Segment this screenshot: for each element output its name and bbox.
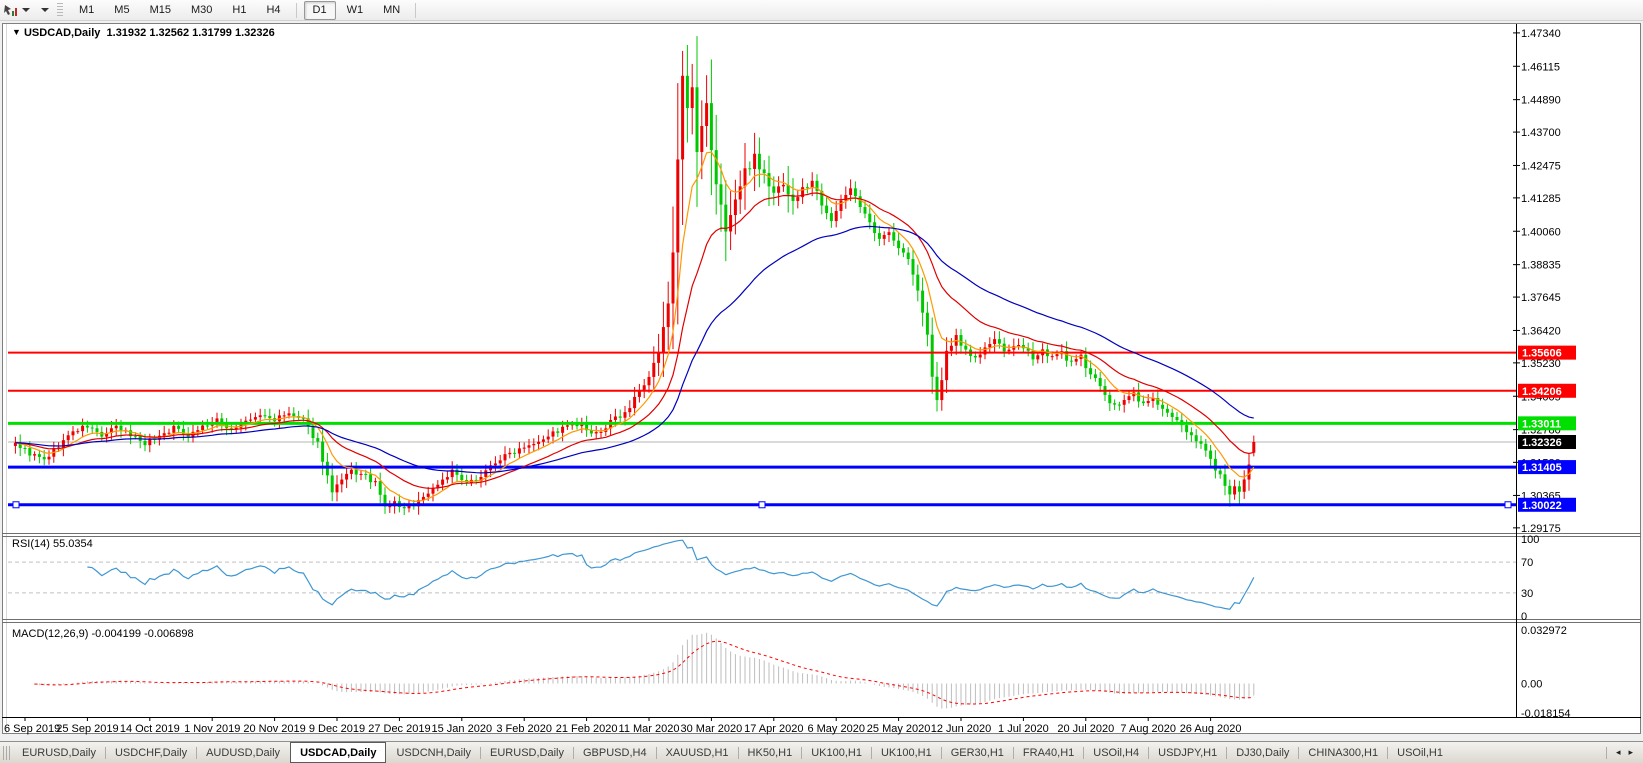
svg-text:1.44890: 1.44890 — [1521, 95, 1561, 107]
svg-text:70: 70 — [1521, 557, 1533, 569]
svg-text:6 Sep 2019: 6 Sep 2019 — [4, 723, 60, 735]
timeframe-button-m30[interactable]: M30 — [182, 1, 221, 20]
svg-text:1.42475: 1.42475 — [1521, 160, 1561, 172]
svg-text:1.35230: 1.35230 — [1521, 358, 1561, 370]
timeframe-button-w1[interactable]: W1 — [338, 1, 373, 20]
svg-text:1.37645: 1.37645 — [1521, 292, 1561, 304]
symbol-tab-ger30-11[interactable]: GER30,H1 — [942, 742, 1013, 763]
symbol-tab-usdcad-3[interactable]: USDCAD,Daily — [290, 742, 387, 763]
chart-title-symbol: USDCAD,Daily — [23, 27, 101, 39]
symbol-tab-fra40-12[interactable]: FRA40,H1 — [1014, 742, 1083, 763]
symbol-tab-usdcnh-4[interactable]: USDCNH,Daily — [387, 742, 480, 763]
svg-text:27 Dec 2019: 27 Dec 2019 — [368, 723, 430, 735]
svg-text:26 Aug 2020: 26 Aug 2020 — [1180, 723, 1242, 735]
svg-text:20 Nov 2019: 20 Nov 2019 — [243, 723, 305, 735]
chart-title-ohlc: 1.31932 1.32562 1.31799 1.32326 — [106, 27, 275, 39]
svg-text:25 Sep 2019: 25 Sep 2019 — [56, 723, 118, 735]
chevron-down-icon — [22, 8, 30, 12]
svg-text:100: 100 — [1521, 534, 1539, 546]
svg-text:-0.018154: -0.018154 — [1521, 708, 1571, 720]
svg-text:1.41285: 1.41285 — [1521, 193, 1561, 205]
svg-text:1.40060: 1.40060 — [1521, 226, 1561, 238]
svg-text:6 May 2020: 6 May 2020 — [807, 723, 864, 735]
symbol-tab-eurusd-0[interactable]: EURUSD,Daily — [13, 742, 105, 763]
svg-text:3 Feb 2020: 3 Feb 2020 — [496, 723, 552, 735]
toolbar-separator — [295, 2, 298, 18]
chart-canvas[interactable]: 1.47340 1.46115 1.44890 1.43700 1.42475 1.412… — [0, 0, 1643, 741]
symbol-tab-usoil-13[interactable]: USOil,H4 — [1084, 742, 1148, 763]
dropdown-caret-icon[interactable] — [41, 8, 49, 12]
rsi-indicator-label: RSI(14) 55.0354 — [12, 538, 93, 550]
svg-text:9 Dec 2019: 9 Dec 2019 — [309, 723, 365, 735]
toolbar-separator — [415, 2, 417, 18]
svg-text:21 Feb 2020: 21 Feb 2020 — [556, 723, 618, 735]
hline-handle[interactable] — [12, 501, 20, 509]
svg-text:0.032972: 0.032972 — [1521, 625, 1567, 637]
timeframe-toolbar: M1 M5 M15 M30 H1 H4 D1 W1 MN — [0, 0, 1643, 21]
svg-text:12 Jun 2020: 12 Jun 2020 — [931, 723, 992, 735]
svg-text:1 Nov 2019: 1 Nov 2019 — [184, 723, 240, 735]
svg-text:1.47340: 1.47340 — [1521, 28, 1561, 40]
svg-text:1.36420: 1.36420 — [1521, 325, 1561, 337]
tab-scroll-left-icon[interactable]: ◂ — [1612, 745, 1625, 760]
hline-handle[interactable] — [758, 501, 766, 509]
svg-text:17 Apr 2020: 17 Apr 2020 — [744, 723, 803, 735]
symbol-tab-gbpusd-6[interactable]: GBPUSD,H4 — [574, 742, 656, 763]
svg-text:7 Aug 2020: 7 Aug 2020 — [1120, 723, 1176, 735]
tab-scroll-arrows: ◂ ▸ — [1605, 742, 1643, 763]
timeframe-buttons: M1 M5 M15 M30 H1 H4 D1 W1 MN — [69, 0, 422, 20]
symbol-tab-usdjpy-14[interactable]: USDJPY,H1 — [1149, 742, 1226, 763]
timeframe-button-m15[interactable]: M15 — [141, 1, 180, 20]
symbol-tab-usdchf-1[interactable]: USDCHF,Daily — [106, 742, 196, 763]
svg-text:15 Jan 2020: 15 Jan 2020 — [432, 723, 493, 735]
svg-text:11 Mar 2020: 11 Mar 2020 — [619, 723, 680, 735]
symbol-tab-dj30-15[interactable]: DJ30,Daily — [1227, 742, 1298, 763]
timeframe-button-m1[interactable]: M1 — [70, 1, 103, 20]
toolbar-grip[interactable] — [57, 3, 63, 17]
svg-text:1.34206: 1.34206 — [1522, 386, 1562, 398]
svg-text:1.33011: 1.33011 — [1522, 418, 1561, 430]
svg-text:1.31405: 1.31405 — [1522, 462, 1562, 474]
svg-text:30 Mar 2020: 30 Mar 2020 — [681, 723, 743, 735]
symbol-tab-uk100-10[interactable]: UK100,H1 — [872, 742, 941, 763]
timeframe-button-mn[interactable]: MN — [374, 1, 409, 20]
symbol-tabs: EURUSD,Daily USDCHF,Daily AUDUSD,Daily USDC… — [13, 742, 1452, 763]
svg-text:1 Jul 2020: 1 Jul 2020 — [998, 723, 1049, 735]
symbol-tabbar: EURUSD,Daily USDCHF,Daily AUDUSD,Daily USDC… — [0, 741, 1643, 763]
svg-text:1.46115: 1.46115 — [1521, 61, 1560, 73]
symbol-tab-eurusd-5[interactable]: EURUSD,Daily — [481, 742, 573, 763]
symbol-tab-uk100-9[interactable]: UK100,H1 — [802, 742, 871, 763]
hline-handle[interactable] — [1504, 501, 1512, 509]
tabbar-grip[interactable] — [3, 745, 10, 760]
chart-cursor-tool[interactable] — [0, 0, 37, 20]
timeframe-button-h4[interactable]: H4 — [257, 1, 289, 20]
svg-text:0.00: 0.00 — [1521, 679, 1542, 691]
svg-text:0: 0 — [1521, 611, 1527, 623]
chart-title: ▼ USDCAD,Daily 1.31932 1.32562 1.31799 1… — [12, 27, 275, 39]
svg-text:1.38835: 1.38835 — [1521, 260, 1561, 272]
timeframe-button-d1[interactable]: D1 — [303, 0, 336, 20]
timeframe-button-h1[interactable]: H1 — [223, 1, 255, 20]
svg-text:1.30022: 1.30022 — [1522, 500, 1562, 512]
symbol-tab-audusd-2[interactable]: AUDUSD,Daily — [197, 742, 289, 763]
symbol-tab-china300-16[interactable]: CHINA300,H1 — [1299, 742, 1387, 763]
svg-text:1.35606: 1.35606 — [1522, 348, 1562, 360]
svg-text:30: 30 — [1521, 588, 1533, 600]
app: { "toolbar": { "timeframes": ["M1","M5",… — [0, 0, 1643, 763]
svg-text:1.43700: 1.43700 — [1521, 127, 1561, 139]
svg-text:14 Oct 2019: 14 Oct 2019 — [120, 723, 180, 735]
chart-cursor-icon — [4, 4, 17, 16]
symbol-tab-xauusd-7[interactable]: XAUUSD,H1 — [657, 742, 738, 763]
symbol-tab-hk50-8[interactable]: HK50,H1 — [739, 742, 802, 763]
svg-text:25 May 2020: 25 May 2020 — [867, 723, 931, 735]
timeframe-button-m5[interactable]: M5 — [105, 1, 138, 20]
svg-text:1.32326: 1.32326 — [1522, 437, 1562, 449]
svg-text:20 Jul 2020: 20 Jul 2020 — [1057, 723, 1114, 735]
macd-indicator-label: MACD(12,26,9) -0.004199 -0.006898 — [12, 628, 194, 640]
symbol-tab-usoil-17[interactable]: USOil,H1 — [1388, 742, 1452, 763]
tab-scroll-right-icon[interactable]: ▸ — [1624, 745, 1637, 760]
expand-triangle-icon[interactable]: ▼ — [12, 27, 21, 37]
